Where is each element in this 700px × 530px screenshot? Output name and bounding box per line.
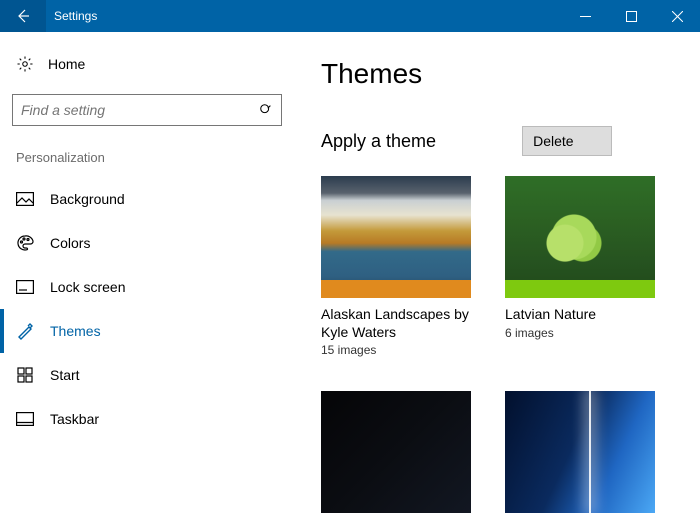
home-label: Home — [48, 56, 85, 72]
sidebar-item-colors[interactable]: Colors — [12, 221, 283, 265]
palette-icon — [16, 234, 34, 252]
arrow-left-icon — [15, 8, 31, 24]
sidebar-item-label: Colors — [50, 235, 90, 251]
theme-card[interactable] — [321, 391, 471, 513]
sidebar-item-taskbar[interactable]: Taskbar — [12, 397, 283, 441]
theme-card[interactable]: Latvian Nature 6 images — [505, 176, 655, 357]
theme-thumbnail — [321, 391, 471, 513]
theme-thumbnail — [505, 391, 655, 513]
sidebar-item-label: Themes — [50, 323, 101, 339]
back-button[interactable] — [0, 0, 46, 32]
delete-button[interactable]: Delete — [522, 126, 612, 156]
theme-thumbnail — [321, 176, 471, 298]
themes-grid: Alaskan Landscapes by Kyle Waters 15 ima… — [321, 176, 700, 513]
sidebar-item-label: Start — [50, 367, 80, 383]
theme-subtitle: 6 images — [505, 326, 655, 340]
lockscreen-icon — [16, 280, 34, 294]
search-icon — [259, 103, 273, 117]
window-title: Settings — [46, 9, 97, 23]
sidebar: Home Personalization Background Colors — [0, 32, 295, 530]
sidebar-item-background[interactable]: Background — [12, 177, 283, 221]
sidebar-item-label: Background — [50, 191, 125, 207]
theme-thumbnail — [505, 176, 655, 298]
home-button[interactable]: Home — [12, 46, 283, 82]
titlebar: Settings — [0, 0, 700, 32]
sidebar-item-start[interactable]: Start — [12, 353, 283, 397]
theme-card[interactable] — [505, 391, 655, 513]
minimize-icon — [580, 11, 591, 22]
taskbar-icon — [16, 412, 34, 426]
maximize-icon — [626, 11, 637, 22]
search-input[interactable] — [13, 95, 281, 125]
apply-theme-heading: Apply a theme — [321, 131, 436, 152]
page-title: Themes — [321, 58, 700, 90]
section-label: Personalization — [12, 150, 283, 165]
maximize-button[interactable] — [608, 0, 654, 32]
theme-subtitle: 15 images — [321, 343, 471, 357]
picture-icon — [16, 192, 34, 206]
start-icon — [16, 367, 34, 383]
theme-title: Latvian Nature — [505, 306, 655, 324]
sidebar-item-label: Taskbar — [50, 411, 99, 427]
theme-title: Alaskan Landscapes by Kyle Waters — [321, 306, 471, 341]
theme-accent-bar — [505, 280, 655, 298]
main-content: Themes Apply a theme Delete Alaskan Land… — [295, 32, 700, 530]
minimize-button[interactable] — [562, 0, 608, 32]
search-box[interactable] — [12, 94, 282, 126]
sidebar-item-themes[interactable]: Themes — [12, 309, 283, 353]
gear-icon — [16, 55, 34, 73]
theme-card[interactable]: Alaskan Landscapes by Kyle Waters 15 ima… — [321, 176, 471, 357]
themes-icon — [16, 322, 34, 340]
sidebar-item-lockscreen[interactable]: Lock screen — [12, 265, 283, 309]
sidebar-item-label: Lock screen — [50, 279, 125, 295]
theme-accent-bar — [321, 280, 471, 298]
delete-button-label: Delete — [533, 133, 573, 149]
close-icon — [672, 11, 683, 22]
close-button[interactable] — [654, 0, 700, 32]
